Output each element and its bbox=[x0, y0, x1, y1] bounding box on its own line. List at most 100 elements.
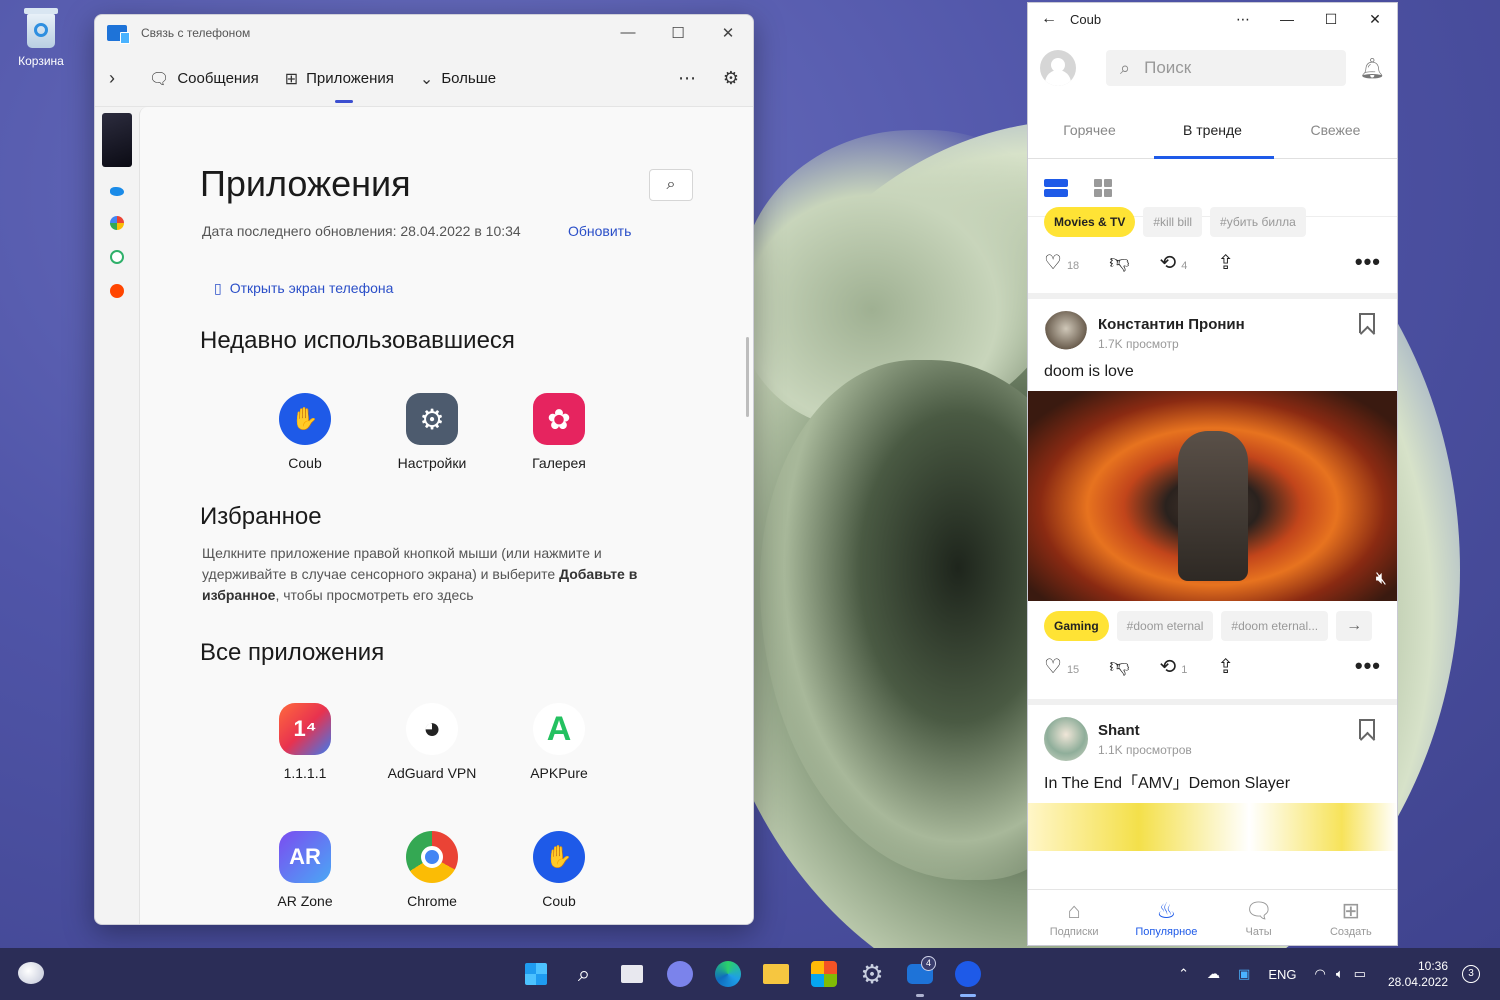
share-button[interactable]: ⇪ bbox=[1217, 250, 1234, 275]
recent-app-settings[interactable]: ⚙ Настройки bbox=[377, 393, 487, 471]
recoub-button[interactable]: ⟲ 1 bbox=[1160, 654, 1188, 679]
edge-button[interactable] bbox=[704, 948, 752, 1000]
battery-icon[interactable]: ▭ bbox=[1354, 966, 1366, 982]
tasks-notification-icon[interactable] bbox=[110, 250, 124, 264]
dislike-button[interactable]: 👎︎ bbox=[1109, 250, 1129, 274]
tab-trending[interactable]: В тренде bbox=[1151, 101, 1274, 158]
weather-widget-icon[interactable] bbox=[18, 962, 44, 984]
like-button[interactable]: ♡ 18 bbox=[1044, 250, 1079, 275]
nav-messages[interactable]: 🗨 Сообщения bbox=[149, 51, 259, 107]
tag-category[interactable]: Gaming bbox=[1044, 611, 1109, 641]
grid-view-icon[interactable] bbox=[1094, 178, 1112, 197]
taskbar-search-button[interactable]: ⌕ bbox=[560, 948, 608, 1000]
tag[interactable]: #убить билла bbox=[1210, 207, 1306, 237]
tag[interactable]: #kill bill bbox=[1143, 207, 1203, 237]
view-count: 1.1K просмотров bbox=[1098, 742, 1192, 757]
reddit-notification-icon[interactable] bbox=[110, 284, 124, 298]
nav-apps[interactable]: ⊞ Приложения bbox=[285, 51, 394, 107]
tags-next-arrow-icon[interactable]: → bbox=[1336, 611, 1373, 641]
bell-icon[interactable]: 🔔︎ bbox=[1360, 56, 1385, 81]
like-button[interactable]: ♡ 15 bbox=[1044, 654, 1079, 679]
bottom-nav-chats[interactable]: 🗨︎ Чаты bbox=[1213, 890, 1305, 945]
author-name[interactable]: Константин Пронин bbox=[1098, 316, 1245, 333]
expand-sidebar-chevron-icon[interactable]: › bbox=[109, 68, 149, 89]
file-explorer-button[interactable] bbox=[752, 948, 800, 1000]
overflow-menu-icon[interactable]: ⋯ bbox=[665, 68, 709, 89]
notification-count-badge[interactable]: 3 bbox=[1462, 965, 1480, 983]
scrollbar[interactable] bbox=[746, 337, 749, 417]
app-1111[interactable]: 1⁴ 1.1.1.1 bbox=[250, 703, 360, 781]
bottom-nav-popular[interactable]: ♨ Популярное bbox=[1120, 890, 1212, 945]
coub-search-input[interactable]: ⌕ Поиск bbox=[1106, 50, 1346, 86]
coub-taskbar-button[interactable] bbox=[944, 948, 992, 1000]
recycle-bin[interactable]: Корзина bbox=[10, 6, 72, 68]
tag-category[interactable]: Movies & TV bbox=[1044, 207, 1136, 237]
coub-video[interactable]: 🔇︎ bbox=[1028, 391, 1397, 601]
settings-gear-icon[interactable]: ⚙ bbox=[709, 68, 753, 89]
google-notification-icon[interactable] bbox=[110, 216, 124, 230]
taskbar-apps: ⌕ ⚙ 4 bbox=[512, 948, 992, 1000]
refresh-link[interactable]: Обновить bbox=[568, 223, 631, 239]
coub-maximize-button[interactable]: ☐ bbox=[1309, 11, 1353, 28]
app-label: AR Zone bbox=[277, 893, 333, 909]
app-adguard-vpn[interactable]: ◕ AdGuard VPN bbox=[377, 703, 487, 781]
bookmark-icon[interactable] bbox=[1359, 719, 1375, 739]
volume-icon[interactable]: 🔈︎ bbox=[1336, 966, 1344, 982]
tab-fresh[interactable]: Свежее bbox=[1274, 101, 1397, 158]
minimize-button[interactable]: — bbox=[603, 24, 653, 42]
clock[interactable]: 10:36 28.04.2022 bbox=[1388, 958, 1448, 990]
share-button[interactable]: ⇪ bbox=[1217, 654, 1234, 679]
chevron-up-icon[interactable]: ⌃ bbox=[1178, 966, 1189, 982]
language-indicator[interactable]: ENG bbox=[1268, 967, 1296, 982]
recoub-button[interactable]: ⟲ 4 bbox=[1160, 250, 1188, 275]
app-label: Настройки bbox=[397, 455, 467, 471]
phone-link-taskbar-button[interactable]: 4 bbox=[896, 948, 944, 1000]
more-dots-icon[interactable]: ••• bbox=[1355, 653, 1381, 679]
back-arrow-icon[interactable]: ← bbox=[1028, 10, 1070, 28]
recoub-icon: ⟲ bbox=[1159, 655, 1177, 678]
more-dots-icon[interactable]: ••• bbox=[1355, 249, 1381, 275]
task-view-button[interactable] bbox=[608, 948, 656, 1000]
app-coub[interactable]: ✋ Coub bbox=[504, 831, 614, 909]
bottom-nav-subscriptions[interactable]: ⌂ Подписки bbox=[1028, 890, 1120, 945]
onedrive-cloud-icon[interactable]: ☁ bbox=[1207, 966, 1220, 982]
post-caption: In The End「AMV」Demon Slayer bbox=[1044, 775, 1291, 792]
app-apkpure[interactable]: A APKPure bbox=[504, 703, 614, 781]
phone-wallpaper-thumbnail[interactable] bbox=[102, 113, 132, 167]
teams-chat-button[interactable] bbox=[656, 948, 704, 1000]
bottom-nav-create[interactable]: ⊞ Создать bbox=[1305, 890, 1397, 945]
last-update-text: Дата последнего обновления: 28.04.2022 в… bbox=[202, 223, 521, 239]
open-phone-screen-link[interactable]: ▯ Открыть экран телефона bbox=[214, 280, 393, 297]
wifi-icon[interactable]: ◠ bbox=[1314, 966, 1325, 982]
profile-avatar-icon[interactable] bbox=[1040, 50, 1076, 86]
coub-overflow-button[interactable]: ⋯ bbox=[1221, 11, 1265, 28]
author-name[interactable]: Shant bbox=[1098, 722, 1192, 739]
coub-minimize-button[interactable]: — bbox=[1265, 11, 1309, 28]
nav-more-label: Больше bbox=[441, 70, 497, 87]
maximize-button[interactable]: ☐ bbox=[653, 24, 703, 42]
adguard-ninja-icon: ◕ bbox=[406, 703, 458, 755]
author-avatar[interactable] bbox=[1044, 311, 1088, 355]
close-button[interactable]: ✕ bbox=[703, 24, 753, 42]
recent-app-gallery[interactable]: ✿ Галерея bbox=[504, 393, 614, 471]
settings-button[interactable]: ⚙ bbox=[848, 948, 896, 1000]
dislike-button[interactable]: 👎︎ bbox=[1109, 654, 1129, 678]
bookmark-icon[interactable] bbox=[1359, 313, 1375, 333]
coub-video-preview[interactable] bbox=[1028, 803, 1397, 851]
phone-link-tray-icon[interactable]: ▣ bbox=[1238, 966, 1250, 982]
nav-more[interactable]: ⌄ Больше bbox=[420, 51, 496, 107]
tab-hot[interactable]: Горячее bbox=[1028, 101, 1151, 158]
search-apps-button[interactable]: ⌕ bbox=[649, 169, 693, 201]
start-button[interactable] bbox=[512, 948, 560, 1000]
app-ar-zone[interactable]: AR AR Zone bbox=[250, 831, 360, 909]
onedrive-notification-icon[interactable] bbox=[110, 187, 124, 196]
list-view-icon[interactable] bbox=[1044, 178, 1068, 197]
tag[interactable]: #doom eternal... bbox=[1221, 611, 1329, 641]
tag[interactable]: #doom eternal bbox=[1116, 611, 1214, 641]
app-chrome[interactable]: Chrome bbox=[377, 831, 487, 909]
author-avatar[interactable] bbox=[1044, 717, 1088, 761]
store-button[interactable] bbox=[800, 948, 848, 1000]
recent-app-coub[interactable]: ✋ Coub bbox=[250, 393, 360, 471]
coub-close-button[interactable]: ✕ bbox=[1353, 11, 1397, 28]
mute-speaker-icon[interactable]: 🔇︎ bbox=[1376, 568, 1387, 589]
